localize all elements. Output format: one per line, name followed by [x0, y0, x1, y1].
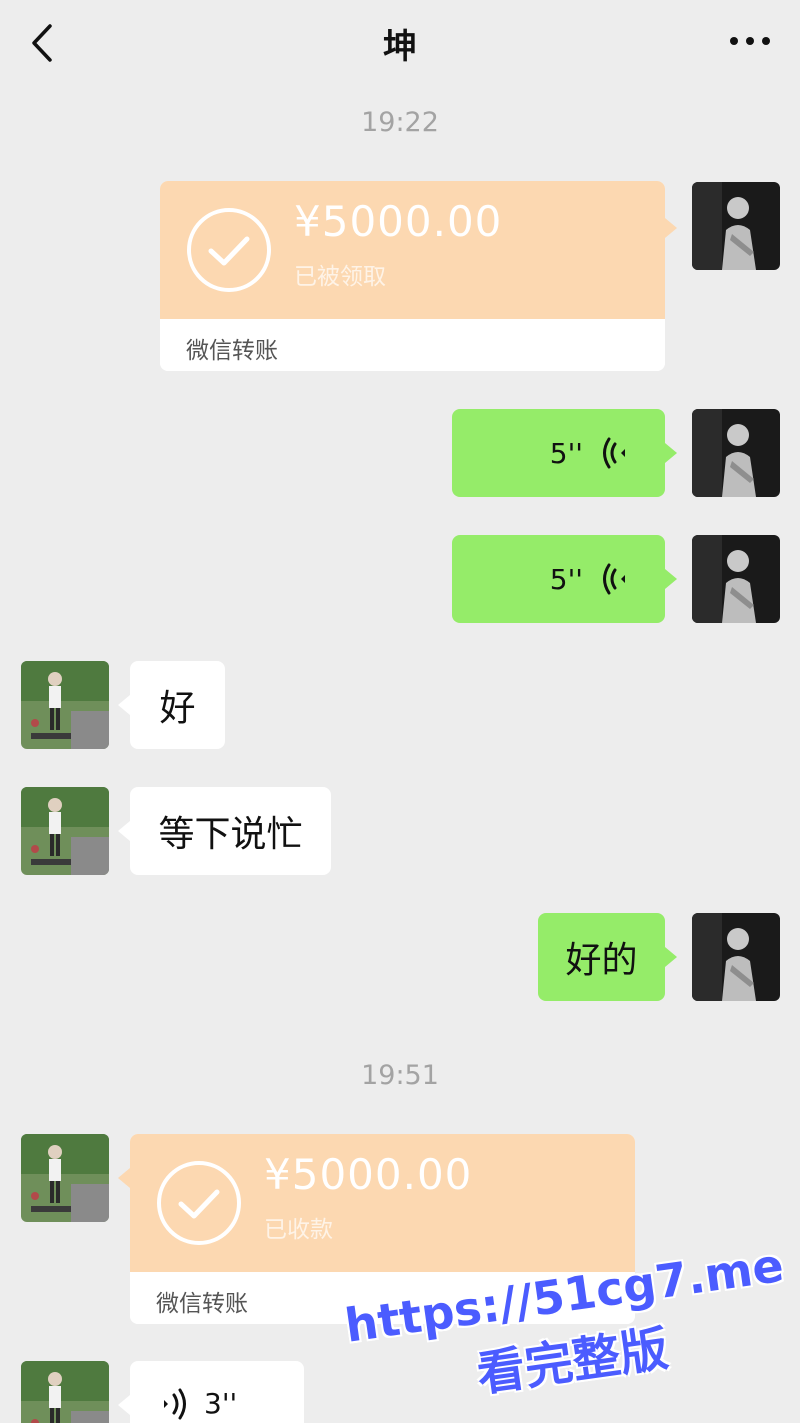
transfer-status: 已收款 [264, 1217, 333, 1243]
chevron-left-icon [32, 24, 52, 62]
timestamp: 19:51 [361, 1060, 439, 1091]
message-text: 等下说忙 [158, 814, 303, 855]
transfer-amount: ¥5000.00 [294, 197, 503, 246]
check-circle-icon [184, 205, 274, 295]
message-text: 好 [159, 688, 196, 729]
bubble-tail [665, 947, 677, 967]
voice-duration: 3'' [204, 1387, 238, 1420]
transfer-label: 微信转账 [186, 338, 278, 364]
avatar-contact[interactable] [21, 1134, 109, 1222]
bubble-tail [665, 443, 677, 463]
avatar-self[interactable] [692, 409, 780, 497]
text-message[interactable]: 等下说忙 [130, 787, 331, 875]
more-button[interactable] [726, 28, 774, 54]
avatar-contact[interactable] [21, 661, 109, 749]
voice-message[interactable]: 5'' [452, 535, 665, 623]
bubble-tail [665, 569, 677, 589]
transfer-card-sent[interactable]: ¥5000.00 已被领取 微信转账 [160, 181, 665, 371]
bubble-tail [118, 695, 130, 715]
message-text: 好的 [565, 940, 638, 981]
avatar-contact[interactable] [21, 787, 109, 875]
avatar-self[interactable] [692, 535, 780, 623]
voice-duration: 5'' [549, 562, 583, 596]
back-button[interactable] [24, 20, 64, 66]
timestamp: 19:22 [361, 107, 439, 138]
voice-wave-icon [601, 562, 631, 596]
more-dots-icon [730, 37, 770, 45]
transfer-status: 已被领取 [294, 264, 386, 290]
bubble-tail [118, 821, 130, 841]
voice-duration: 5'' [549, 436, 583, 470]
bubble-tail [118, 1395, 130, 1415]
chat-header: 坤 [0, 0, 800, 86]
transfer-amount: ¥5000.00 [264, 1150, 473, 1199]
voice-message[interactable]: 3'' [130, 1361, 304, 1423]
voice-wave-icon [601, 436, 631, 470]
voice-wave-icon [158, 1387, 188, 1421]
bubble-tail [118, 1168, 130, 1188]
text-message[interactable]: 好 [130, 661, 225, 749]
avatar-self[interactable] [692, 913, 780, 1001]
avatar-self[interactable] [692, 182, 780, 270]
voice-message[interactable]: 5'' [452, 409, 665, 497]
avatar-contact[interactable] [21, 1361, 109, 1423]
bubble-tail [665, 218, 677, 238]
text-message[interactable]: 好的 [538, 913, 665, 1001]
check-circle-icon [154, 1158, 244, 1248]
chat-title: 坤 [383, 26, 417, 67]
transfer-label: 微信转账 [156, 1291, 248, 1317]
